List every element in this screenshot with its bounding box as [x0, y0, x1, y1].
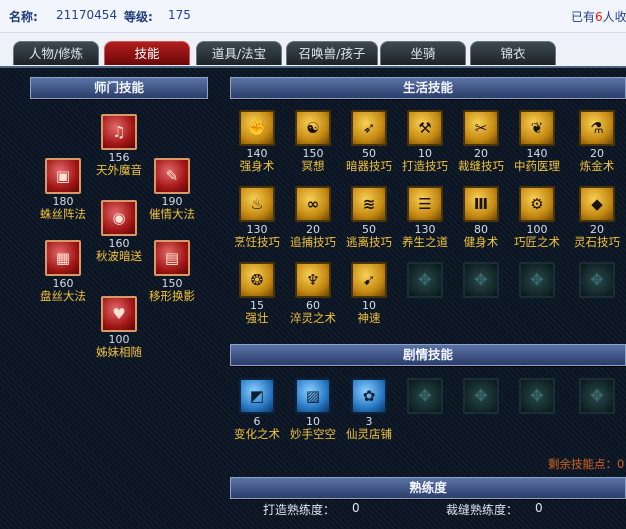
- shop-icon: ✿: [351, 378, 387, 414]
- empty-slot-icon: ✥: [519, 378, 555, 414]
- tab-character[interactable]: 人物/修炼: [13, 41, 99, 65]
- herb-icon: ❦: [519, 110, 555, 146]
- name-label: 名称:: [9, 10, 38, 24]
- empty-slot-icon: ✥: [463, 262, 499, 298]
- proficiency-header: 熟练度: [230, 477, 626, 499]
- life-skill-13[interactable]: ◆ 20 灵石技巧: [562, 186, 626, 249]
- heart-icon: ♥: [101, 296, 137, 332]
- character-info-bar: 名称: 21170454 等级: 175 已有6人收: [0, 0, 626, 33]
- empty-slot-icon: ✥: [463, 378, 499, 414]
- dart-icon: ➶: [351, 110, 387, 146]
- escape-icon: ≋: [351, 186, 387, 222]
- forge-proficiency-label: 打造熟练度：: [263, 503, 336, 517]
- speed-icon: ➹: [351, 262, 387, 298]
- tailor-proficiency-value: 0: [535, 501, 543, 515]
- school-skill-6[interactable]: ♥ 100 姊妹相随: [84, 296, 154, 359]
- muscle-icon: ❂: [239, 262, 275, 298]
- skill-name: 灵石技巧: [574, 235, 620, 249]
- school-skills-header: 师门技能: [30, 77, 208, 99]
- plot-skills-header: 剧情技能: [230, 344, 626, 366]
- level-value: 175: [168, 8, 191, 22]
- forge-icon: ⚒: [407, 110, 443, 146]
- eye-icon: ◉: [101, 200, 137, 236]
- school-skill-4[interactable]: ▦ 160 盘丝大法: [28, 240, 98, 303]
- empty-slot: ✥: [562, 378, 626, 414]
- health-icon: ☰: [407, 186, 443, 222]
- empty-slot-icon: ✥: [407, 378, 443, 414]
- strength-icon: ✊: [239, 110, 275, 146]
- favorites-count: 已有6人收: [571, 8, 626, 25]
- tailor-proficiency-label: 裁缝熟练度：: [446, 503, 519, 517]
- empty-slot-icon: ✥: [579, 262, 615, 298]
- favorites-number: 6: [595, 10, 603, 24]
- skill-name: 神速: [357, 311, 381, 325]
- skill-name: 姊妹相随: [96, 345, 142, 359]
- silk-icon: ▦: [45, 240, 81, 276]
- sound-icon: ♫: [101, 114, 137, 150]
- remaining-skill-points: 剩余技能点：0: [548, 457, 625, 471]
- charm-icon: ✎: [154, 158, 190, 194]
- chase-icon: ∞: [295, 186, 331, 222]
- skill-name: 仙灵店铺: [346, 427, 392, 441]
- skill-name: 炼金术: [579, 159, 615, 173]
- empty-slot-icon: ✥: [519, 262, 555, 298]
- favorites-suffix: 人收: [602, 10, 626, 24]
- cooking-icon: ♨: [239, 186, 275, 222]
- school-skill-5[interactable]: ▤ 150 移形换影: [137, 240, 207, 303]
- life-skill-6[interactable]: ⚗ 20 炼金术: [562, 110, 626, 173]
- transform-icon: ◩: [239, 378, 275, 414]
- tab-pets[interactable]: 召唤兽/孩子: [286, 41, 378, 65]
- tab-items[interactable]: 道具/法宝: [196, 41, 282, 65]
- level-label: 等级:: [124, 10, 153, 24]
- tab-skills[interactable]: 技能: [104, 41, 190, 65]
- steal-icon: ▨: [295, 378, 331, 414]
- forge-proficiency-value: 0: [352, 501, 360, 515]
- web-icon: ▣: [45, 158, 81, 194]
- meditate-icon: ☯: [295, 110, 331, 146]
- tab-costume[interactable]: 锦衣: [470, 41, 556, 65]
- tab-bar: 人物/修炼 技能 道具/法宝 召唤兽/孩子 坐骑 锦衣: [0, 38, 626, 66]
- craftsman-icon: ⚙: [519, 186, 555, 222]
- empty-slot-icon: ✥: [579, 378, 615, 414]
- life-skills-header: 生活技能: [230, 77, 626, 99]
- scissors-icon: ✂: [463, 110, 499, 146]
- favorites-prefix: 已有: [571, 10, 596, 24]
- shadow-icon: ▤: [154, 240, 190, 276]
- empty-slot-icon: ✥: [407, 262, 443, 298]
- fitness-icon: Ⅲ: [463, 186, 499, 222]
- gem-icon: ◆: [579, 186, 615, 222]
- alchemy-icon: ⚗: [579, 110, 615, 146]
- name-value: 21170454: [56, 8, 118, 22]
- tab-mounts[interactable]: 坐骑: [380, 41, 466, 65]
- temper-icon: ♆: [295, 262, 331, 298]
- empty-slot: ✥: [562, 262, 626, 298]
